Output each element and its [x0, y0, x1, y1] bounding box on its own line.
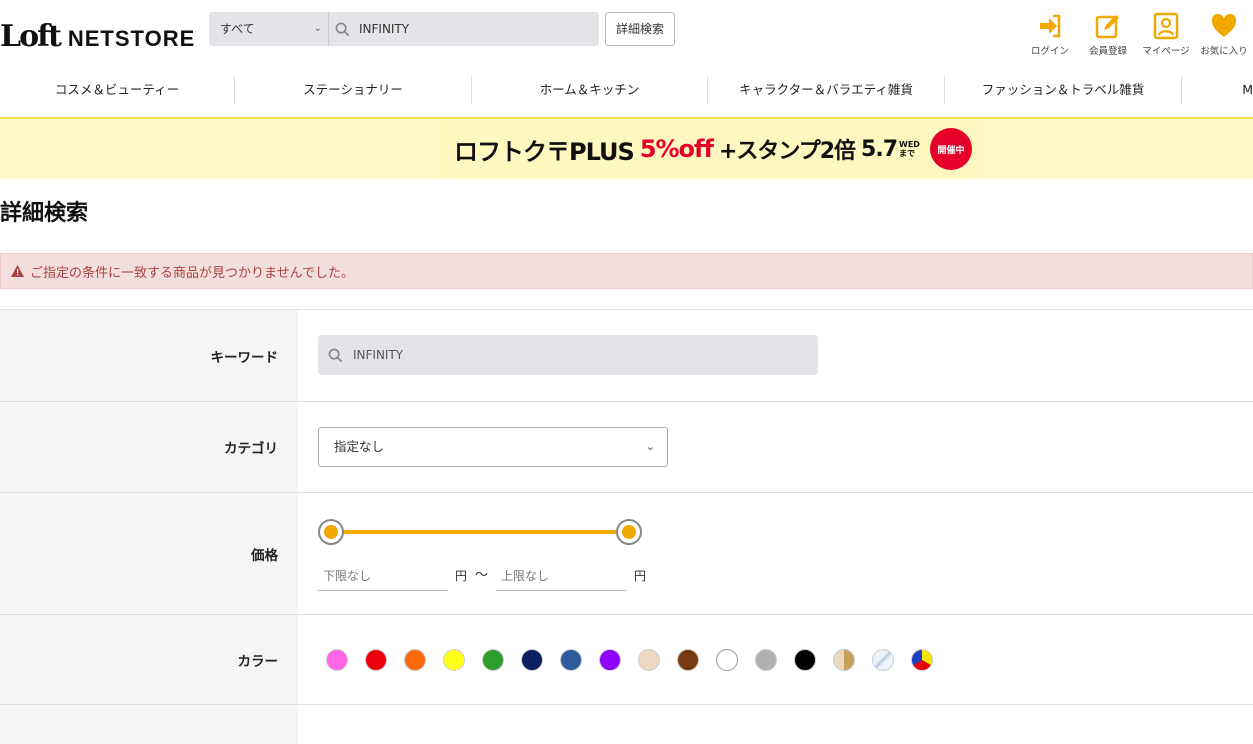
- login-icon: [1040, 14, 1061, 38]
- register-label: 会員登録: [1088, 46, 1127, 57]
- category-label: カテゴリ: [0, 402, 298, 492]
- color-swatch[interactable]: [365, 649, 387, 671]
- promo-until: まで: [899, 149, 916, 158]
- search-scope-value: すべて: [220, 22, 255, 36]
- promo-date-suffix: WED まで: [899, 140, 920, 158]
- search-input[interactable]: INFINITY: [355, 12, 599, 46]
- alert-message: ご指定の条件に一致する商品が見つかりませんでした。: [30, 265, 354, 281]
- header-search: すべて ⌄ INFINITY: [209, 12, 599, 46]
- color-label: カラー: [0, 615, 298, 704]
- color-swatch[interactable]: [521, 649, 543, 671]
- chevron-down-icon: ⌄: [313, 23, 322, 34]
- login-link[interactable]: ログイン: [1021, 12, 1079, 57]
- advanced-search-button[interactable]: 詳細検索: [605, 12, 675, 46]
- next-row: [0, 704, 1253, 744]
- color-swatch[interactable]: [872, 649, 894, 671]
- color-swatch[interactable]: [716, 649, 738, 671]
- mypage-icon: [1153, 12, 1179, 40]
- color-swatch[interactable]: [404, 649, 426, 671]
- color-swatch[interactable]: [443, 649, 465, 671]
- promo-date: 5.7: [861, 136, 898, 162]
- price-slider-track: [331, 530, 629, 534]
- price-row: 価格 下限なし 円 〜 上限なし 円: [0, 492, 1253, 614]
- favorite-label: お気に入り: [1200, 46, 1248, 57]
- price-separator: 〜: [475, 568, 489, 583]
- color-swatch[interactable]: [326, 649, 348, 671]
- category-value: 指定なし: [334, 439, 385, 454]
- promo-badge: 開催中: [929, 128, 972, 170]
- header-icons: ログイン 会員登録 マイページ お気に入り: [1021, 12, 1253, 57]
- promo-weekday: WED: [899, 140, 920, 149]
- nav-item-more[interactable]: M: [1182, 76, 1253, 104]
- nav-item-home-kitchen[interactable]: ホーム＆キッチン: [472, 76, 708, 104]
- keyword-row: キーワード INFINITY: [0, 309, 1253, 401]
- color-swatch[interactable]: [677, 649, 699, 671]
- category-row: カテゴリ 指定なし ⌄: [0, 401, 1253, 492]
- login-label: ログイン: [1030, 46, 1069, 57]
- advanced-search-form: キーワード INFINITY カテゴリ 指定なし ⌄ 価格 下限なし 円 〜 上…: [0, 309, 1253, 744]
- color-swatches: [326, 649, 950, 671]
- register-icon: [1095, 15, 1119, 39]
- promo-discount: 5%off: [639, 135, 714, 163]
- price-max-unit: 円: [634, 569, 647, 583]
- price-min-input[interactable]: 下限なし: [318, 565, 448, 591]
- nav-item-cosme[interactable]: コスメ＆ビューティー: [0, 76, 235, 104]
- nav-item-fashion[interactable]: ファッション＆トラベル雑貨: [945, 76, 1182, 104]
- promo-stamp: +スタンプ2倍: [718, 139, 856, 164]
- color-swatch[interactable]: [482, 649, 504, 671]
- keyword-input[interactable]: INFINITY: [318, 335, 818, 375]
- page-title: 詳細検索: [0, 201, 89, 226]
- site-logo[interactable]: Loft NETSTORE: [0, 14, 195, 54]
- chevron-down-icon: ⌄: [645, 440, 655, 453]
- price-slider-max-handle[interactable]: [616, 519, 642, 545]
- nav-item-stationery[interactable]: ステーショナリー: [235, 76, 472, 104]
- color-row: カラー: [0, 614, 1253, 704]
- favorite-link[interactable]: お気に入り: [1195, 12, 1253, 57]
- color-swatch[interactable]: [911, 649, 933, 671]
- price-slider-min-handle[interactable]: [318, 519, 344, 545]
- color-swatch[interactable]: [599, 649, 621, 671]
- price-min-unit: 円: [455, 569, 468, 583]
- promo-banner-content: ロフトク〒PLUS 5%off +スタンプ2倍 5.7 WED まで 開催中: [440, 119, 980, 179]
- price-label: 価格: [0, 493, 298, 614]
- promo-banner[interactable]: ロフトク〒PLUS 5%off +スタンプ2倍 5.7 WED まで 開催中: [0, 117, 1253, 179]
- site-header: Loft NETSTORE すべて ⌄ INFINITY 詳細検索 ログイン 会…: [0, 0, 1253, 76]
- color-swatch[interactable]: [833, 649, 855, 671]
- next-row-label: [0, 705, 298, 744]
- keyword-value: INFINITY: [353, 348, 404, 362]
- warning-icon: [11, 265, 24, 277]
- no-results-alert: ご指定の条件に一致する商品が見つかりませんでした。: [0, 253, 1253, 289]
- color-swatch[interactable]: [560, 649, 582, 671]
- search-icon: [328, 348, 343, 362]
- logo-mark: Loft: [0, 19, 62, 54]
- promo-title: ロフトク〒PLUS: [454, 137, 635, 166]
- search-icon[interactable]: [329, 12, 355, 46]
- color-swatch[interactable]: [794, 649, 816, 671]
- mypage-link[interactable]: マイページ: [1137, 12, 1195, 57]
- mypage-label: マイページ: [1142, 46, 1190, 57]
- color-swatch[interactable]: [638, 649, 660, 671]
- price-max-input[interactable]: 上限なし: [496, 565, 626, 591]
- register-link[interactable]: 会員登録: [1079, 12, 1137, 57]
- nav-item-character[interactable]: キャラクター＆バラエティ雑貨: [708, 76, 945, 104]
- category-select[interactable]: 指定なし ⌄: [318, 427, 668, 467]
- category-nav: コスメ＆ビューティー ステーショナリー ホーム＆キッチン キャラクター＆バラエテ…: [0, 76, 1253, 116]
- price-slider[interactable]: [318, 519, 643, 545]
- keyword-label: キーワード: [0, 310, 298, 401]
- logo-text: NETSTORE: [67, 26, 196, 51]
- color-swatch[interactable]: [755, 649, 777, 671]
- search-scope-select[interactable]: すべて ⌄: [209, 12, 329, 46]
- favorite-icon: [1211, 13, 1237, 37]
